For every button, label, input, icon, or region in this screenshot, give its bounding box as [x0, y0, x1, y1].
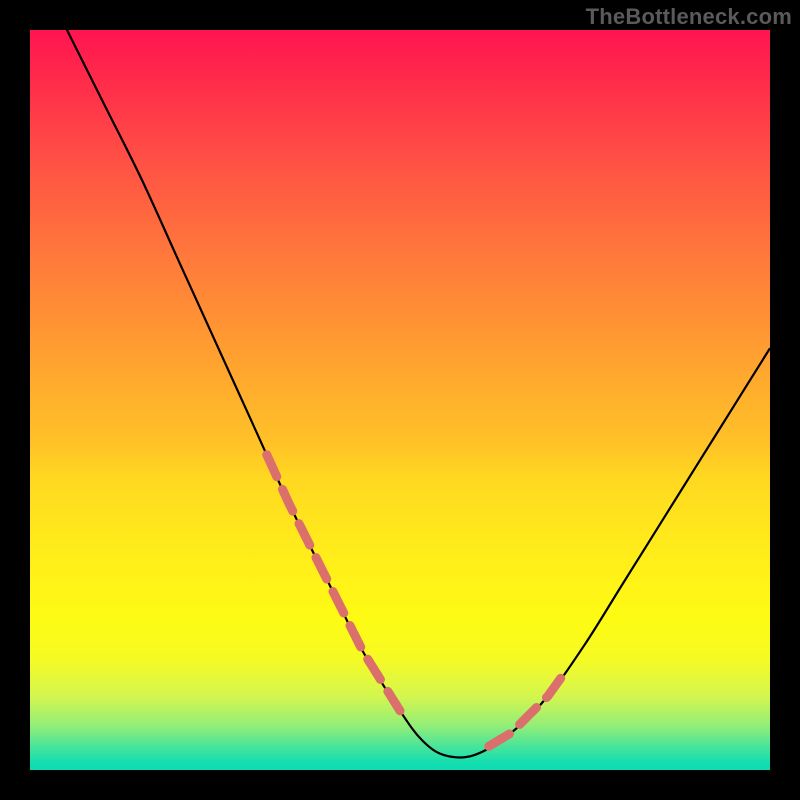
- curve-svg: [30, 30, 770, 770]
- plot-area: [30, 30, 770, 770]
- chart-stage: TheBottleneck.com: [0, 0, 800, 800]
- curve-dash-left: [267, 455, 400, 711]
- bottleneck-curve: [30, 30, 770, 758]
- watermark-text: TheBottleneck.com: [586, 4, 792, 30]
- curve-dash-right: [489, 675, 563, 746]
